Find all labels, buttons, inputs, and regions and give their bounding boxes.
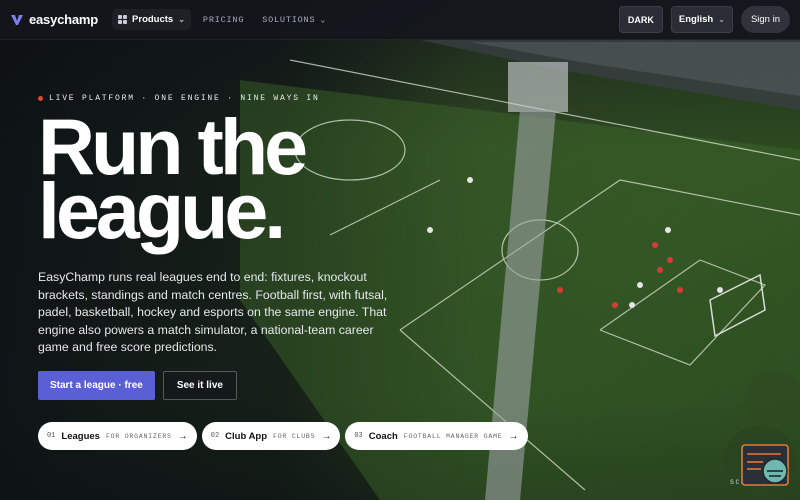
hero-headline: Run the league. [38, 107, 418, 250]
chevron-down-icon: ⌄ [718, 15, 725, 24]
solutions-menu[interactable]: SOLUTIONS ⌄ [256, 10, 332, 30]
language-value: English [678, 14, 714, 25]
grid-icon [118, 15, 128, 24]
see-it-live-button[interactable]: See it live [162, 371, 237, 400]
pill-title: Leagues [61, 430, 100, 442]
headline-line-2: league. [38, 166, 286, 255]
language-select[interactable]: English ⌄ [670, 6, 733, 33]
pill-title: Coach [368, 430, 398, 442]
product-pills: 01 Leagues FOR ORGANIZERS → 02 Club App … [38, 422, 528, 450]
arrow-right-icon: → [177, 430, 188, 442]
pill-club-app[interactable]: 02 Club App FOR CLUBS → [201, 422, 341, 450]
pill-subtitle: FOOTBALL MANAGER GAME [403, 432, 503, 440]
pill-coach[interactable]: 03 Coach FOOTBALL MANAGER GAME → [345, 422, 528, 450]
products-label: Products [132, 14, 174, 25]
brand-name: easychamp [29, 12, 99, 27]
theme-toggle-button[interactable]: DARK [618, 6, 663, 33]
chat-widget-icon[interactable] [741, 444, 790, 488]
pill-title: Club App [225, 430, 268, 442]
pricing-label: PRICING [202, 14, 245, 25]
pricing-link[interactable]: PRICING [197, 10, 250, 30]
pill-number: 02 [210, 432, 220, 440]
arrow-right-icon: → [321, 430, 332, 442]
pill-subtitle: FOR CLUBS [273, 432, 316, 440]
products-menu[interactable]: Products ⌄ [112, 9, 191, 30]
pill-number: 03 [354, 432, 363, 440]
start-league-button[interactable]: Start a league · free [38, 371, 155, 400]
live-dot-icon [38, 96, 43, 101]
cta-row: Start a league · free See it live [38, 371, 237, 400]
hero-section: LIVE PLATFORM · ONE ENGINE · NINE WAYS I… [38, 94, 418, 357]
top-navigation-bar: easychamp Products ⌄ PRICING SOLUTIONS ⌄… [0, 0, 800, 40]
chevron-down-icon: ⌄ [320, 15, 326, 25]
pill-leagues[interactable]: 01 Leagues FOR ORGANIZERS → [38, 422, 197, 450]
chevron-down-icon: ⌄ [178, 15, 185, 24]
solutions-label: SOLUTIONS [262, 14, 316, 25]
trophy-v-icon [11, 14, 23, 25]
sign-in-button[interactable]: Sign in [740, 6, 790, 33]
brand-logo[interactable]: easychamp [10, 12, 98, 27]
arrow-right-icon: → [508, 430, 519, 442]
pill-number: 01 [47, 432, 56, 440]
hero-lead: EasyChamp runs real leagues end to end: … [38, 270, 388, 354]
pill-subtitle: FOR ORGANIZERS [105, 432, 172, 440]
topbar-actions: DARK English ⌄ Sign in [618, 6, 790, 33]
